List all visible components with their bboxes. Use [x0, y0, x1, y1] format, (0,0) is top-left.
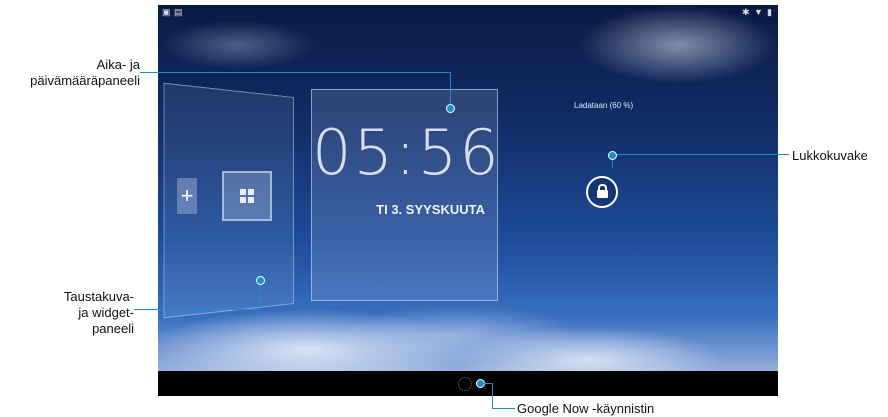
status-bar: ▣ ▤ ✱ ▼ ▮: [158, 5, 778, 19]
clock-date-panel[interactable]: 05:56 TI 3. SYYSKUUTA: [311, 89, 501, 301]
battery-icon: ▮: [767, 7, 772, 17]
tablet-lock-screen: ▣ ▤ ✱ ▼ ▮ + 05:56 TI 3. SYYSKUUTA Ladata…: [158, 5, 778, 396]
callout-dot-lock: [608, 151, 617, 160]
callout-google-now: Google Now -käynnistin: [517, 401, 655, 416]
add-widget-button[interactable]: +: [177, 178, 197, 214]
notification-icon: ▣: [162, 7, 171, 17]
callout-widget-panel-line3: paneeli: [92, 321, 134, 336]
lock-body: [597, 190, 608, 198]
callout-line-clock-v: [450, 72, 451, 108]
callout-line-lock-h: [612, 154, 789, 155]
navigation-bar: [158, 371, 778, 396]
charging-status: Ladataan (60 %): [574, 101, 634, 110]
callout-line-clock-h: [140, 72, 451, 73]
callout-dot-widget: [256, 276, 265, 285]
callout-line-google-v: [492, 383, 493, 409]
callout-line-google-h: [492, 408, 515, 409]
lock-icon[interactable]: [586, 176, 618, 208]
screenshot-icon: ▤: [174, 7, 183, 17]
clock-date: TI 3. SYYSKUUTA: [376, 202, 485, 217]
wifi-icon: ▼: [754, 7, 763, 17]
clock-time: 05:56: [312, 116, 501, 189]
callout-widget-panel-line2: ja widget-: [78, 305, 134, 320]
callout-clock-panel: Aika- ja päivämääräpaneeli: [0, 57, 140, 89]
callout-line-widget-h: [134, 309, 261, 310]
widgets-button[interactable]: [222, 171, 272, 221]
widgets-icon: [240, 189, 254, 203]
google-now-icon[interactable]: [458, 377, 472, 391]
callout-clock-panel-line1: Aika- ja: [96, 57, 140, 72]
callout-dot-clock: [446, 104, 455, 113]
callout-line-google-stub: [483, 383, 493, 384]
callout-widget-panel-line1: Taustakuva-: [63, 289, 134, 304]
bluetooth-icon: ✱: [742, 7, 750, 17]
callout-clock-panel-line2: päivämääräpaneeli: [30, 73, 140, 88]
callout-lock-icon: Lukkokuvake: [792, 148, 868, 163]
callout-widget-panel: Taustakuva- ja widget- paneeli: [0, 289, 134, 337]
